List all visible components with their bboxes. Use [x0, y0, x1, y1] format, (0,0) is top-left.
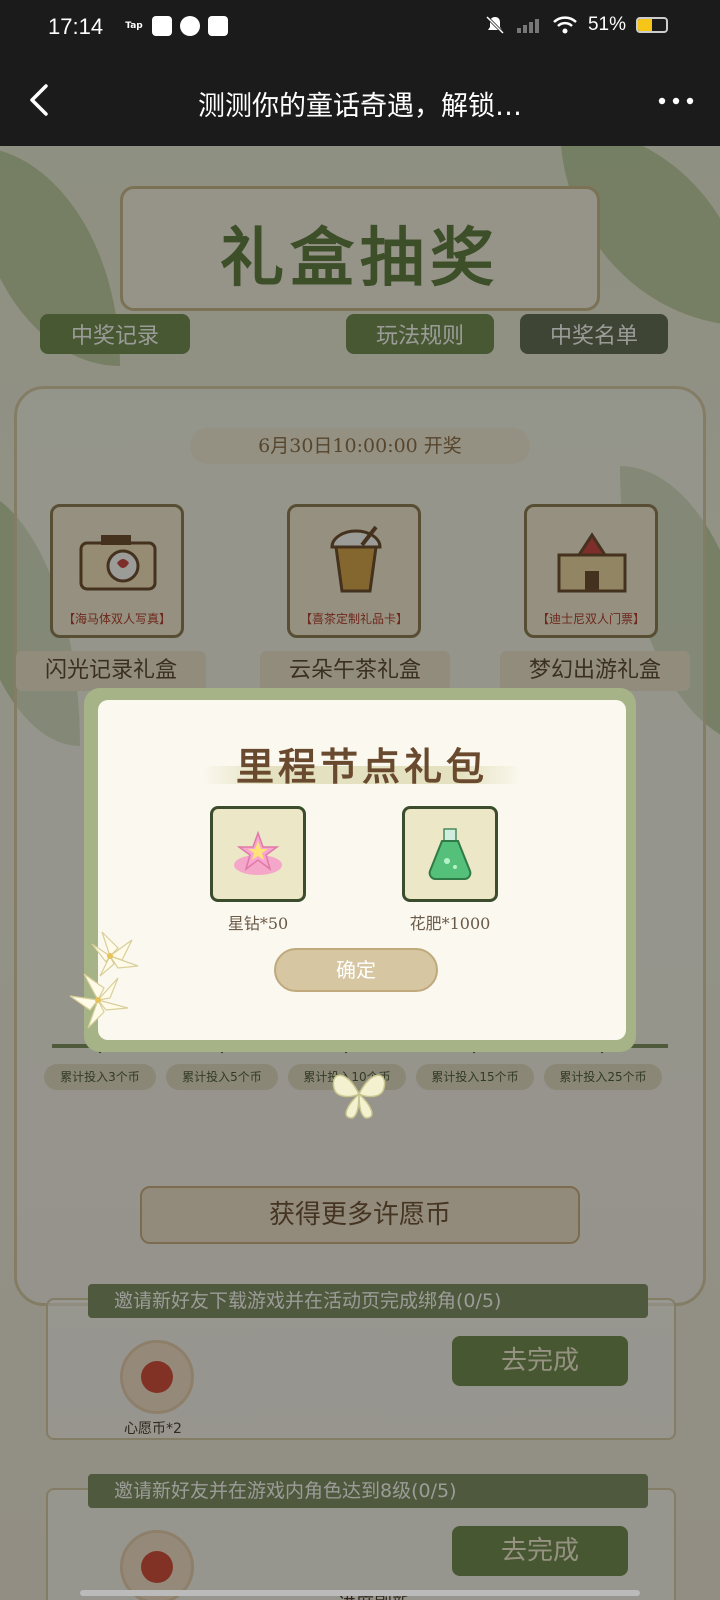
status-app-icons: Tap	[124, 16, 228, 36]
nav-bar: 测测你的童话奇遇，解锁…	[0, 56, 720, 146]
status-bar: 17:14 Tap 51%	[0, 0, 720, 56]
battery-percent: 51%	[587, 14, 626, 35]
gift-label: 花肥*1000	[409, 914, 491, 933]
gift-label: 星钻*50	[227, 914, 289, 933]
message-icon	[152, 16, 172, 36]
modal-title: 里程节点礼包	[235, 744, 488, 789]
leaf-icon	[180, 16, 200, 36]
lily-flower-decor	[69, 931, 139, 1029]
modal-title-ribbon: 里程节点礼包	[202, 728, 522, 794]
status-right: 51%	[484, 14, 668, 36]
battery-icon	[636, 17, 668, 33]
status-time: 17:14	[48, 14, 104, 39]
gift-item	[210, 806, 306, 902]
mail-icon	[208, 16, 228, 36]
more-menu-icon[interactable]	[656, 86, 696, 116]
confirm-button[interactable]: 确定	[274, 948, 438, 992]
home-indicator[interactable]	[80, 1590, 640, 1596]
butterfly-decor	[332, 1074, 386, 1119]
back-arrow-icon[interactable]	[22, 80, 62, 120]
tap-icon: Tap	[125, 21, 143, 31]
signal-icon	[516, 19, 539, 33]
fertilizer-flask-icon	[428, 828, 472, 880]
page-title: 测测你的童话奇遇，解锁…	[198, 91, 522, 122]
wifi-icon	[553, 16, 577, 34]
mute-icon	[485, 15, 505, 35]
milestone-gift-modal: 里程节点礼包 星钻*50 花肥*1000 确定	[98, 700, 626, 1040]
gift-item	[402, 806, 498, 902]
star-diamond-icon	[234, 830, 282, 875]
